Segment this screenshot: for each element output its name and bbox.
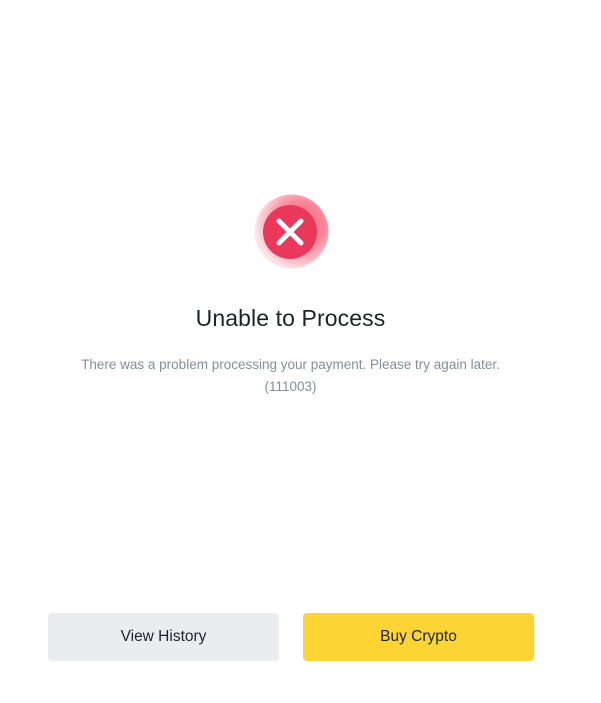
error-x-icon (254, 194, 329, 269)
result-message: There was a problem processing your paym… (81, 357, 500, 372)
view-history-button[interactable]: View History (48, 613, 279, 661)
result-message-block: There was a problem processing your paym… (60, 354, 521, 398)
buy-crypto-button[interactable]: Buy Crypto (303, 613, 534, 661)
result-title: Unable to Process (195, 305, 386, 331)
error-code: (111003) (264, 379, 317, 394)
payment-result-page: Unable to Process There was a problem pr… (0, 0, 601, 703)
